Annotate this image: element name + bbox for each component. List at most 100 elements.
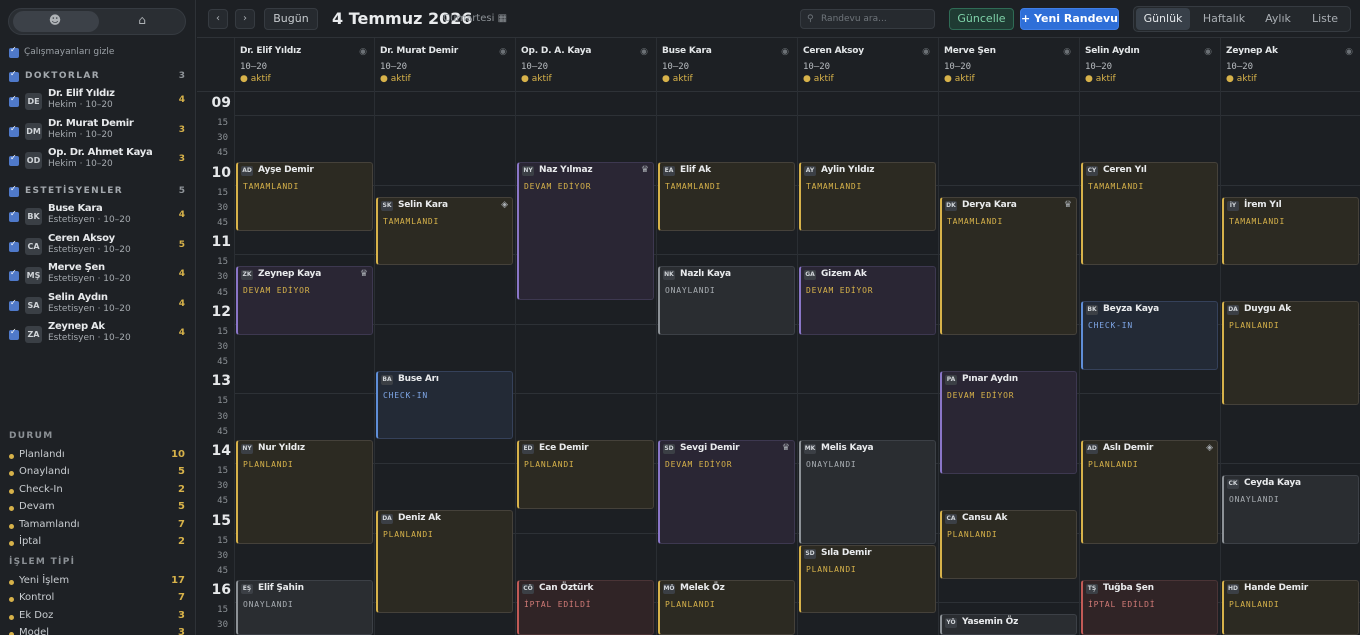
appointment-card[interactable]: CY Ceren Yıl TAMAMLANDI bbox=[1081, 162, 1218, 266]
appointment-card[interactable]: EŞ Elif Şahin ONAYLANDI bbox=[236, 579, 373, 635]
esthetician-item-role: Estetisyen · 10–20 bbox=[48, 215, 131, 225]
status-filter-label[interactable]: Onaylandı bbox=[19, 466, 70, 477]
patient-initials: BA bbox=[381, 374, 393, 385]
appointment-card[interactable]: CK Ceyda Kaya ONAYLANDI bbox=[1222, 475, 1359, 544]
appointment-card[interactable]: TŞ Tuğba Şen İPTAL EDİLDİ bbox=[1081, 579, 1218, 635]
resource-column-header[interactable]: Merve Şen 10–20 ● aktif ◉ bbox=[938, 38, 1079, 92]
status-filter-label[interactable]: Planlandı bbox=[19, 449, 65, 460]
appointment-status: TAMAMLANDI bbox=[806, 182, 863, 191]
doctor-item-name[interactable]: Op. Dr. Ahmet Kaya bbox=[48, 147, 153, 158]
visibility-icon[interactable]: ◉ bbox=[1345, 47, 1353, 57]
appointment-card[interactable]: SD Sevgi Demir DEVAM EDİYOR ♛ bbox=[658, 440, 795, 544]
resource-column-header[interactable]: Op. D. A. Kaya 10–20 ● aktif ◉ bbox=[515, 38, 656, 92]
appointment-status: PLANLANDI bbox=[665, 599, 716, 609]
appointment-card[interactable]: PA Pınar Aydın DEVAM EDİYOR bbox=[940, 370, 1077, 475]
visibility-icon[interactable]: ◉ bbox=[1204, 47, 1212, 57]
appointment-card[interactable]: AD Ayşe Demir TAMAMLANDI bbox=[236, 162, 373, 231]
hour-label: 16 bbox=[211, 582, 231, 599]
esthetician-item-name[interactable]: Ceren Aksoy bbox=[48, 233, 115, 244]
doctor-item-name[interactable]: Dr. Murat Demir bbox=[48, 118, 134, 129]
appointment-card[interactable]: GA Gizem Ak DEVAM EDİYOR bbox=[799, 266, 936, 335]
appointment-card[interactable]: YÖ Yasemin Öz bbox=[940, 614, 1077, 635]
mode-switch[interactable]: ☻ ⌂ bbox=[8, 8, 186, 35]
appointment-card[interactable]: MK Melis Kaya ONAYLANDI bbox=[799, 440, 936, 544]
type-filter-label[interactable]: Kontrol bbox=[19, 592, 54, 603]
appointment-card[interactable]: ZK Zeynep Kaya DEVAM EDİYOR ♛ bbox=[236, 266, 373, 335]
hide-inactive-checkbox[interactable] bbox=[9, 45, 19, 58]
resource-column-header[interactable]: Buse Kara 10–20 ● aktif ◉ bbox=[656, 38, 797, 92]
appointment-card[interactable]: AD Aslı Demir PLANLANDI ◈ bbox=[1081, 440, 1218, 544]
appointment-card[interactable]: HD Hande Demir PLANLANDI bbox=[1222, 579, 1359, 635]
doctor-item-checkbox[interactable] bbox=[9, 124, 19, 137]
today-button[interactable]: Bugün bbox=[264, 8, 318, 30]
appointment-card[interactable]: SD Sıla Demir PLANLANDI bbox=[799, 544, 936, 614]
appointment-card[interactable]: ED Ece Demir PLANLANDI bbox=[517, 440, 654, 509]
resource-hours: 10–20 bbox=[1226, 62, 1254, 72]
esthetician-item-name[interactable]: Selin Aydın bbox=[48, 292, 108, 303]
status-filter-label[interactable]: Tamamlandı bbox=[19, 519, 80, 530]
resource-column-header[interactable]: Ceren Aksoy 10–20 ● aktif ◉ bbox=[797, 38, 938, 92]
resource-column-header[interactable]: Zeynep Ak 10–20 ● aktif ◉ bbox=[1220, 38, 1360, 92]
type-filter-label[interactable]: Ek Doz bbox=[19, 610, 53, 621]
visibility-icon[interactable]: ◉ bbox=[499, 47, 507, 57]
appointment-status: TAMAMLANDI bbox=[1088, 182, 1145, 191]
appointment-card[interactable]: CA Cansu Ak PLANLANDI bbox=[940, 510, 1077, 579]
esthetician-item-checkbox[interactable] bbox=[9, 209, 19, 222]
visibility-icon[interactable]: ◉ bbox=[1063, 47, 1071, 57]
new-appointment-button[interactable]: + Yeni Randevu bbox=[1020, 8, 1119, 30]
esthetician-item-name[interactable]: Zeynep Ak bbox=[48, 321, 105, 332]
group-doctors-checkbox[interactable] bbox=[9, 69, 19, 82]
view-monthly[interactable]: Aylık bbox=[1256, 8, 1300, 30]
minute-label: 15 bbox=[217, 326, 228, 337]
appointment-card[interactable]: DK Derya Kara TAMAMLANDI ♛ bbox=[940, 196, 1077, 335]
status-filter-label[interactable]: Check-In bbox=[19, 484, 63, 495]
doctor-item-name[interactable]: Dr. Elif Yıldız bbox=[48, 88, 115, 99]
prev-day-button[interactable]: ‹ bbox=[208, 9, 228, 29]
appointment-card[interactable]: DA Duygu Ak PLANLANDI bbox=[1222, 301, 1359, 405]
esthetician-item-name[interactable]: Merve Şen bbox=[48, 262, 105, 273]
doctor-item-checkbox[interactable] bbox=[9, 94, 19, 107]
esthetician-item-name[interactable]: Buse Kara bbox=[48, 203, 103, 214]
type-filter-label[interactable]: Yeni İşlem bbox=[19, 575, 69, 586]
view-weekly[interactable]: Haftalık bbox=[1194, 8, 1254, 30]
appointment-card[interactable]: NK Nazlı Kaya ONAYLANDI bbox=[658, 266, 795, 335]
esthetician-item-checkbox[interactable] bbox=[9, 239, 19, 252]
visibility-icon[interactable]: ◉ bbox=[922, 47, 930, 57]
visibility-icon[interactable]: ◉ bbox=[781, 47, 789, 57]
appointment-card[interactable]: BK Beyza Kaya CHECK-IN bbox=[1081, 301, 1218, 370]
column-divider bbox=[938, 92, 939, 635]
doctor-item-checkbox[interactable] bbox=[9, 153, 19, 166]
appointment-card[interactable]: CÖ Can Öztürk İPTAL EDİLDİ bbox=[517, 579, 654, 635]
appointment-card[interactable]: NY Nur Yıldız PLANLANDI bbox=[236, 440, 373, 544]
esthetician-item-checkbox[interactable] bbox=[9, 298, 19, 311]
status-filter-label[interactable]: Devam bbox=[19, 501, 55, 512]
resource-column-header[interactable]: Dr. Elif Yıldız 10–20 ● aktif ◉ bbox=[234, 38, 375, 92]
appointment-card[interactable]: SK Selin Kara TAMAMLANDI ◈ bbox=[376, 196, 513, 266]
refresh-button[interactable]: Güncelle bbox=[949, 8, 1014, 30]
appointment-card[interactable]: İY İrem Yıl TAMAMLANDI bbox=[1222, 196, 1359, 266]
calendar-icon[interactable]: ▦ bbox=[498, 13, 507, 24]
esthetician-item-checkbox[interactable] bbox=[9, 268, 19, 281]
appointment-card[interactable]: EA Elif Ak TAMAMLANDI bbox=[658, 162, 795, 231]
visibility-icon[interactable]: ◉ bbox=[640, 47, 648, 57]
search-input[interactable]: ⚲ Randevu ara... bbox=[800, 9, 935, 29]
appointment-card[interactable]: MÖ Melek Öz PLANLANDI bbox=[658, 579, 795, 635]
view-list[interactable]: Liste bbox=[1302, 8, 1348, 30]
resource-column-header[interactable]: Selin Aydın 10–20 ● aktif ◉ bbox=[1079, 38, 1220, 92]
visibility-icon[interactable]: ◉ bbox=[359, 47, 367, 57]
appointment-card[interactable]: NY Naz Yılmaz DEVAM EDİYOR ♛ bbox=[517, 162, 654, 301]
next-day-button[interactable]: › bbox=[235, 9, 255, 29]
type-filter-label[interactable]: Model bbox=[19, 627, 49, 635]
patient-name: Sevgi Demir bbox=[680, 443, 740, 454]
appointment-card[interactable]: BA Buse Arı CHECK-IN bbox=[376, 370, 513, 440]
appointment-card[interactable]: DA Deniz Ak PLANLANDI bbox=[376, 510, 513, 614]
esthetician-item-checkbox[interactable] bbox=[9, 327, 19, 340]
resource-column-header[interactable]: Dr. Murat Demir 10–20 ● aktif ◉ bbox=[374, 38, 515, 92]
group-doctors-count: 3 bbox=[178, 71, 185, 81]
user-icon[interactable]: ☻ bbox=[47, 12, 63, 28]
appointment-card[interactable]: AY Aylin Yıldız TAMAMLANDI bbox=[799, 162, 936, 231]
status-filter-label[interactable]: İptal bbox=[19, 536, 41, 547]
home-icon[interactable]: ⌂ bbox=[134, 12, 150, 28]
group-estheticians-checkbox[interactable] bbox=[9, 184, 19, 197]
view-daily[interactable]: Günlük bbox=[1136, 8, 1190, 30]
